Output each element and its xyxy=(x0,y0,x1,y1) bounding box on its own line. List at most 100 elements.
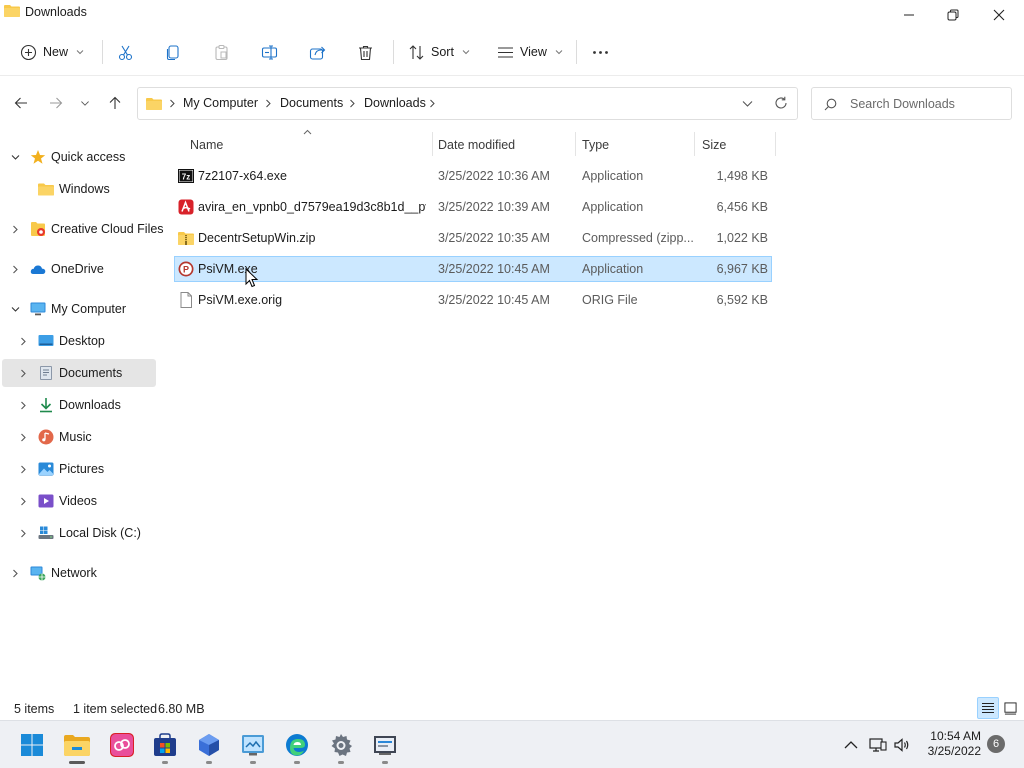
navigation-pane: Quick access Windows Creative Cloud File… xyxy=(0,142,164,692)
forward-button[interactable] xyxy=(47,94,65,112)
copy-button[interactable] xyxy=(165,38,182,66)
taskbar-settings[interactable] xyxy=(328,732,354,758)
file-row[interactable]: DecentrSetupWin.zip 3/25/2022 10:35 AM C… xyxy=(174,226,772,252)
file-size: 1,498 KB xyxy=(716,169,768,183)
nav-item-local-disk[interactable]: Local Disk (C:) xyxy=(2,519,156,547)
window-title: Downloads xyxy=(25,5,87,19)
chevron-up-icon[interactable] xyxy=(842,736,860,754)
volume-icon[interactable] xyxy=(893,736,911,754)
close-button[interactable] xyxy=(976,0,1022,30)
breadcrumb-documents[interactable]: Documents xyxy=(280,96,343,110)
psivm-icon: P xyxy=(178,261,194,277)
new-button[interactable]: New xyxy=(20,38,84,66)
share-button[interactable] xyxy=(309,38,326,66)
file-row-selected[interactable]: P PsiVM.exe 3/25/2022 10:45 AM Applicati… xyxy=(174,256,772,282)
file-size: 6,456 KB xyxy=(716,200,768,214)
nav-item-windows[interactable]: Windows xyxy=(2,175,156,203)
column-label: Type xyxy=(582,138,610,152)
app-icon xyxy=(374,736,396,755)
back-button[interactable] xyxy=(12,94,30,112)
start-icon xyxy=(21,734,43,756)
column-header-name[interactable]: Name xyxy=(184,130,432,158)
nav-item-my-computer[interactable]: My Computer xyxy=(2,295,156,323)
nav-item-creative-cloud-files[interactable]: Creative Cloud Files xyxy=(2,215,164,243)
paste-button[interactable] xyxy=(213,38,230,66)
view-button[interactable]: View xyxy=(497,38,563,66)
desktop-icon xyxy=(38,335,54,346)
nav-item-desktop[interactable]: Desktop xyxy=(2,327,156,355)
file-name: 7z2107-x64.exe xyxy=(198,169,287,183)
chevron-right-icon xyxy=(21,401,26,410)
chevron-right-icon xyxy=(21,369,26,378)
file-row[interactable]: PsiVM.exe.orig 3/25/2022 10:45 AM ORIG F… xyxy=(174,288,772,314)
details-view-button[interactable] xyxy=(977,697,999,719)
file-name: PsiVM.exe xyxy=(198,262,258,276)
notification-badge[interactable]: 6 xyxy=(987,735,1005,753)
nav-item-videos[interactable]: Videos xyxy=(2,487,156,515)
breadcrumb-my-computer[interactable]: My Computer xyxy=(183,96,258,110)
mouse-cursor-icon xyxy=(245,268,259,288)
sort-button[interactable]: Sort xyxy=(408,38,470,66)
breadcrumb-downloads[interactable]: Downloads xyxy=(364,96,426,110)
column-label: Size xyxy=(702,138,727,152)
taskbar-app[interactable] xyxy=(196,732,222,758)
svg-text:P: P xyxy=(183,265,189,275)
column-label: Date modified xyxy=(438,138,516,152)
chevron-down-icon xyxy=(76,50,84,55)
recent-locations-button[interactable] xyxy=(78,94,92,112)
nav-item-network[interactable]: Network xyxy=(2,559,156,587)
nav-label: Documents xyxy=(59,366,123,380)
chevron-down-icon[interactable] xyxy=(742,99,753,108)
share-icon xyxy=(309,46,326,60)
folder-icon xyxy=(146,98,162,110)
chevron-right-icon xyxy=(21,529,26,538)
minimize-button[interactable] xyxy=(886,0,932,30)
nav-item-onedrive[interactable]: OneDrive xyxy=(2,255,156,283)
rename-button[interactable] xyxy=(261,38,278,66)
more-options-button[interactable] xyxy=(592,38,609,66)
clock[interactable]: 10:54 AM 3/25/2022 xyxy=(928,729,981,759)
view-label: View xyxy=(520,45,547,59)
sort-label: Sort xyxy=(431,45,454,59)
new-label: New xyxy=(43,45,69,59)
nav-item-documents[interactable]: Documents xyxy=(2,359,156,387)
file-name: avira_en_vpnb0_d7579ea19d3c8b1d__pvp... xyxy=(198,200,426,214)
cut-icon xyxy=(118,45,133,60)
address-bar[interactable]: My Computer Documents Downloads xyxy=(137,87,798,120)
search-input[interactable] xyxy=(850,95,1005,113)
search-box[interactable] xyxy=(811,87,1012,120)
network-status-icon[interactable] xyxy=(869,736,887,754)
chevron-right-icon xyxy=(170,99,175,108)
nav-item-downloads[interactable]: Downloads xyxy=(2,391,156,419)
chevron-right-icon xyxy=(13,265,18,274)
taskbar-file-explorer[interactable] xyxy=(64,732,90,758)
column-divider[interactable] xyxy=(775,132,776,156)
nav-item-music[interactable]: Music xyxy=(2,423,156,451)
taskbar-app[interactable] xyxy=(240,732,266,758)
file-date: 3/25/2022 10:45 AM xyxy=(438,293,550,307)
taskbar-creative-cloud[interactable] xyxy=(109,732,135,758)
column-header-date[interactable]: Date modified xyxy=(433,130,575,158)
column-header-type[interactable]: Type xyxy=(576,130,694,158)
start-button[interactable] xyxy=(19,732,45,758)
edge-icon xyxy=(286,734,308,756)
file-row[interactable]: 7z 7z2107-x64.exe 3/25/2022 10:36 AM App… xyxy=(174,164,772,190)
nav-item-quick-access[interactable]: Quick access xyxy=(2,143,156,171)
details-view-icon xyxy=(982,703,994,713)
taskbar-edge[interactable] xyxy=(284,732,310,758)
refresh-icon[interactable] xyxy=(774,96,788,110)
large-icons-view-button[interactable] xyxy=(999,697,1021,719)
delete-icon xyxy=(359,45,372,60)
nav-item-pictures[interactable]: Pictures xyxy=(2,455,156,483)
file-row[interactable]: avira_en_vpnb0_d7579ea19d3c8b1d__pvp... … xyxy=(174,195,772,221)
taskbar-store[interactable] xyxy=(152,732,178,758)
file-type: Compressed (zipp... xyxy=(582,231,694,245)
chevron-down-icon xyxy=(462,50,470,55)
delete-button[interactable] xyxy=(357,38,374,66)
nav-label: Downloads xyxy=(59,398,121,412)
cut-button[interactable] xyxy=(117,38,134,66)
restore-button[interactable] xyxy=(930,0,976,30)
taskbar-app[interactable] xyxy=(372,732,398,758)
up-button[interactable] xyxy=(106,94,124,112)
column-header-size[interactable]: Size xyxy=(695,130,775,158)
